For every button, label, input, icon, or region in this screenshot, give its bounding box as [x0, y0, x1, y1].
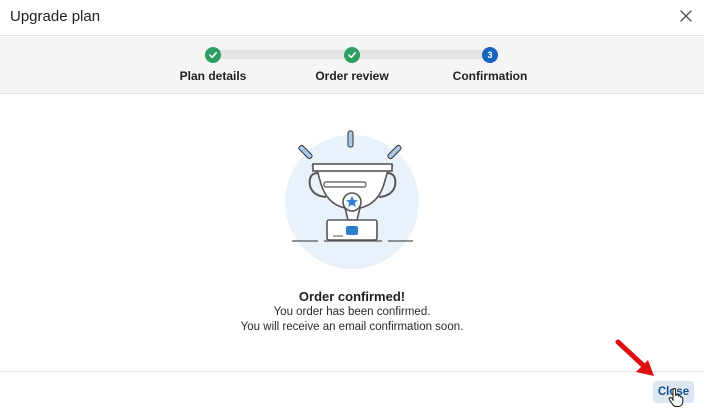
step-label-plan-details: Plan details: [179, 69, 247, 83]
step-label-order-review: Order review: [315, 69, 389, 83]
footer-divider: [0, 371, 704, 372]
confirmation-title: Order confirmed!: [298, 289, 406, 304]
step-label-confirmation: Confirmation: [452, 69, 528, 83]
progress-stepper: 3 Plan details Order review Confirmation: [0, 37, 704, 94]
dialog-header: Upgrade plan: [0, 0, 704, 36]
step-order-review-check-icon: [344, 47, 360, 63]
dialog-title: Upgrade plan: [10, 8, 101, 25]
close-icon[interactable]: [676, 6, 696, 26]
step-plan-details-check-icon: [205, 47, 221, 63]
trophy-icon: [285, 130, 419, 269]
close-button[interactable]: Close: [653, 381, 694, 403]
annotation-arrow-icon: [615, 339, 654, 376]
confirmation-line-2: You will receive an email confirmation s…: [240, 321, 464, 333]
step-confirmation-number: 3: [482, 47, 498, 63]
confirmation-line-1: You order has been confirmed.: [273, 306, 431, 318]
